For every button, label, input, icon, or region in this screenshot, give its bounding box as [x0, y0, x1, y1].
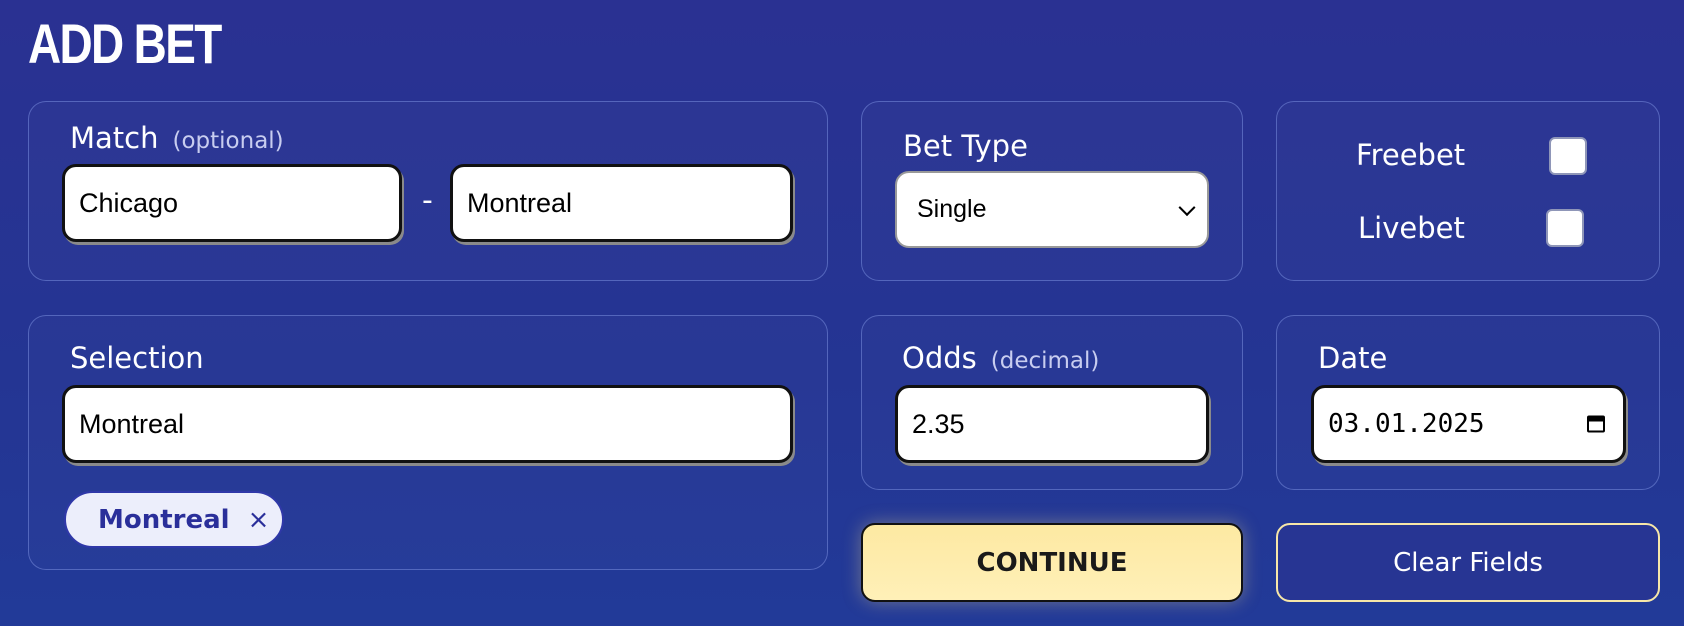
odds-label-text: Odds: [902, 341, 977, 375]
date-input[interactable]: 03.01.2025: [1311, 385, 1626, 463]
odds-decimal-hint: (decimal): [990, 348, 1100, 374]
calendar-icon[interactable]: [1587, 415, 1605, 433]
freebet-checkbox[interactable]: [1549, 137, 1587, 175]
clear-fields-button[interactable]: Clear Fields: [1276, 523, 1660, 602]
bet-type-select[interactable]: Single: [895, 171, 1209, 248]
close-icon[interactable]: ×: [248, 505, 270, 535]
freebet-label: Freebet: [1356, 138, 1466, 172]
flags-panel: [1276, 101, 1660, 281]
match-separator: -: [422, 183, 433, 218]
match-optional-hint: (optional): [172, 128, 284, 154]
bet-type-label: Bet Type: [903, 129, 1028, 163]
home-team-input[interactable]: Chicago: [62, 164, 402, 242]
livebet-checkbox[interactable]: [1546, 209, 1584, 247]
odds-label: Odds (decimal): [902, 341, 1099, 375]
page-title: ADD BET: [28, 12, 222, 75]
date-value: 03.01.2025: [1328, 409, 1485, 439]
selection-label: Selection: [70, 341, 204, 375]
match-label: Match (optional): [70, 121, 284, 155]
chevron-down-icon: [1178, 198, 1196, 216]
date-label: Date: [1318, 341, 1388, 375]
selection-input[interactable]: Montreal: [62, 385, 793, 463]
livebet-label: Livebet: [1358, 211, 1465, 245]
odds-input[interactable]: 2.35: [895, 385, 1209, 463]
match-label-text: Match: [70, 121, 159, 155]
selection-chip: Montreal ×: [64, 491, 284, 548]
bet-type-selected: Single: [917, 195, 987, 223]
selection-chip-label: Montreal: [98, 504, 230, 535]
continue-button[interactable]: CONTINUE: [861, 523, 1243, 602]
away-team-input[interactable]: Montreal: [450, 164, 793, 242]
